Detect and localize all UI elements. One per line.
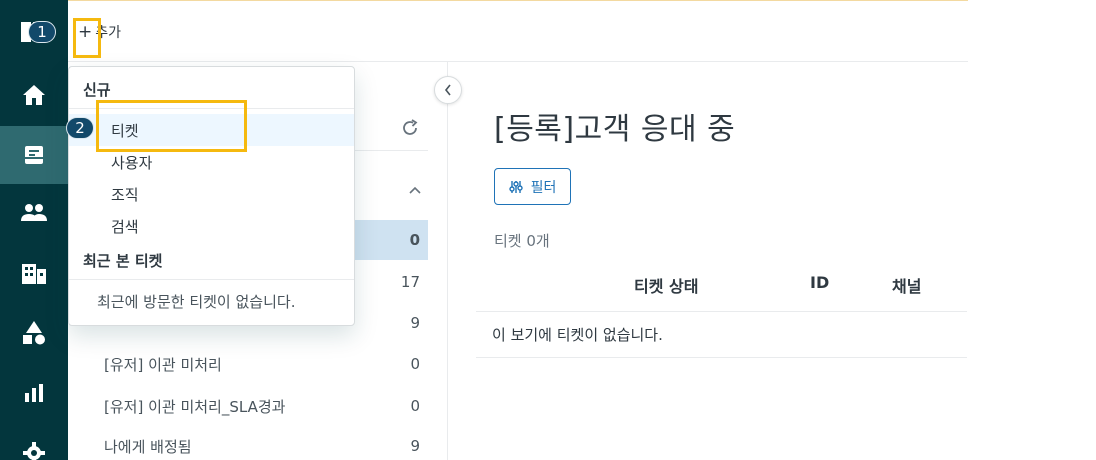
- table-row-divider: [476, 357, 967, 358]
- menu-item-ticket[interactable]: 티켓: [69, 114, 354, 146]
- menu-item-search[interactable]: 검색: [69, 210, 354, 242]
- chevron-left-icon: [444, 84, 451, 96]
- nav-customers[interactable]: [0, 184, 68, 242]
- filter-button-label: 필터: [530, 179, 557, 196]
- home-icon: [23, 85, 45, 105]
- primary-nav: [0, 0, 68, 460]
- view-row-label: 나에게 배정됨: [104, 437, 192, 456]
- column-header-status[interactable]: 티켓 상태: [634, 273, 698, 297]
- plus-icon: +: [78, 22, 93, 42]
- recent-tickets-empty: 최근에 방문한 티켓이 없습니다.: [97, 293, 296, 311]
- views-icon: [25, 146, 43, 164]
- empty-table-message: 이 보기에 티켓이 없습니다.: [492, 326, 663, 344]
- view-row-count: 0: [409, 231, 420, 249]
- shapes-icon: [23, 321, 45, 345]
- top-bar: + 추가: [68, 0, 968, 62]
- refresh-icon: [403, 119, 418, 135]
- view-row-label: [유저] 이관 미처리_SLA경과: [104, 397, 286, 416]
- nav-reporting[interactable]: [0, 364, 68, 422]
- step-marker: 2: [66, 117, 94, 139]
- view-row-count: 0: [410, 397, 420, 415]
- building-icon: [22, 264, 46, 284]
- table-header-divider: [476, 311, 967, 312]
- dropdown-header-new: 신규: [83, 81, 111, 99]
- page-title: [등록]고객 응대 중: [494, 112, 736, 147]
- bar-chart-icon: [25, 384, 43, 402]
- view-row-count: 17: [400, 273, 420, 291]
- menu-item-user[interactable]: 사용자: [69, 146, 354, 178]
- collapse-panel-button[interactable]: [434, 76, 462, 104]
- view-row-count: 0: [410, 355, 420, 373]
- chevron-up-icon: [409, 186, 421, 194]
- sliders-icon: [508, 180, 523, 193]
- view-row[interactable]: [유저] 이관 미처리 0: [98, 344, 428, 384]
- view-row-count: 9: [410, 437, 420, 455]
- nav-admin[interactable]: [0, 304, 68, 362]
- ticket-count: 티켓 0개: [494, 232, 550, 250]
- filter-button[interactable]: 필터: [494, 168, 571, 205]
- collapse-group-button[interactable]: [408, 180, 422, 199]
- menu-item-organization[interactable]: 조직: [69, 178, 354, 210]
- column-header-channel[interactable]: 채널: [892, 273, 921, 297]
- dropdown-divider: [69, 279, 354, 280]
- dropdown-divider: [69, 108, 354, 109]
- add-dropdown-menu: 신규 티켓 사용자 조직 검색 최근 본 티켓 최근에 방문한 티켓이 없습니다…: [68, 66, 355, 326]
- nav-settings[interactable]: [0, 424, 68, 460]
- step-marker: 1: [28, 21, 56, 43]
- view-row-label: [유저] 이관 미처리: [104, 355, 222, 374]
- view-row[interactable]: [유저] 이관 미처리_SLA경과 0: [98, 386, 428, 426]
- column-header-id[interactable]: ID: [810, 273, 829, 292]
- gear-icon: [23, 442, 45, 460]
- nav-organizations[interactable]: [0, 244, 68, 302]
- users-icon: [21, 204, 47, 221]
- view-row[interactable]: 나에게 배정됨 9: [98, 426, 428, 460]
- refresh-button[interactable]: [400, 118, 420, 142]
- dropdown-header-recent: 최근 본 티켓: [83, 252, 163, 270]
- add-button-label: 추가: [95, 25, 122, 41]
- nav-home[interactable]: [0, 66, 68, 124]
- add-button[interactable]: + 추가: [78, 19, 121, 45]
- nav-views[interactable]: [0, 126, 68, 184]
- view-row-count: 9: [410, 314, 420, 332]
